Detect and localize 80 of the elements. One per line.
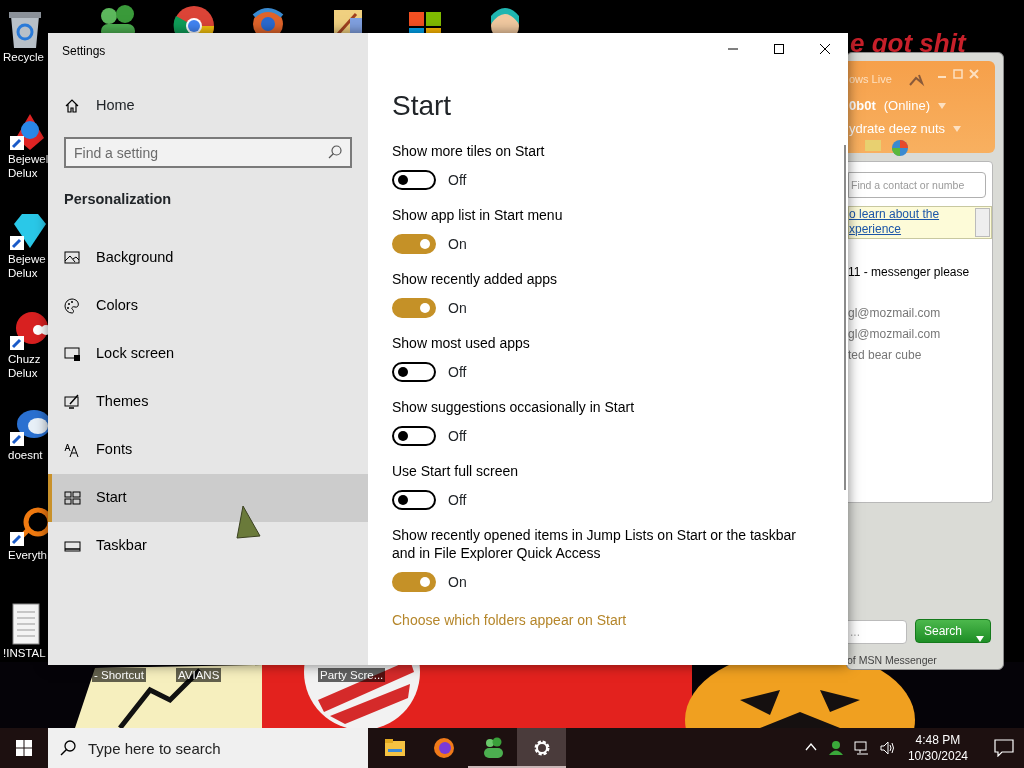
nav-item[interactable]: Lock screen xyxy=(48,330,368,378)
icon-label[interactable]: Delux xyxy=(8,366,38,380)
setting-label: Use Start full screen xyxy=(392,462,520,480)
toggle-state: Off xyxy=(448,490,467,510)
search-field[interactable]: Find a contact or numbe xyxy=(848,172,986,198)
icon-label[interactable]: Delux xyxy=(8,166,38,180)
setting-label: Show suggestions occasionally in Start xyxy=(392,398,636,416)
taskbar-button[interactable] xyxy=(517,728,566,768)
window-title: ows Live xyxy=(849,72,892,87)
palette-icon xyxy=(64,298,81,314)
folder-icon xyxy=(383,737,406,759)
home-icon xyxy=(64,98,80,114)
brush-icon xyxy=(64,394,81,410)
toggle-state: On xyxy=(448,234,467,254)
icon-label[interactable]: !INSTAL xyxy=(3,646,46,660)
page-title: Start xyxy=(392,89,453,123)
scrollbar[interactable] xyxy=(844,145,846,490)
toggle-state: On xyxy=(448,572,467,592)
icon-label[interactable]: Chuzz xyxy=(8,352,41,366)
toggle-state: On xyxy=(448,298,467,318)
search-field[interactable]: Type here to search xyxy=(48,728,368,768)
clock[interactable]: 4:48 PM 10/30/2024 xyxy=(903,732,972,764)
globe-icon[interactable] xyxy=(891,139,909,157)
nav-item[interactable]: Background xyxy=(48,234,368,282)
icon-label[interactable]: doesnt xyxy=(8,448,43,462)
toggle-switch[interactable] xyxy=(392,170,436,190)
setting-label: Show app list in Start menu xyxy=(392,206,564,224)
group-header[interactable]: 11 - messenger please xyxy=(848,262,970,283)
toggle-switch[interactable] xyxy=(392,426,436,446)
window-title: Settings xyxy=(61,43,107,60)
search-icon xyxy=(60,740,76,756)
web-search-field[interactable]: ... xyxy=(847,620,907,644)
search-icon[interactable] xyxy=(328,145,342,159)
icon-label[interactable]: AVIANS xyxy=(176,668,222,682)
toggle-switch[interactable] xyxy=(392,490,436,510)
contact-item[interactable]: gl@mozmail.com xyxy=(848,303,970,324)
contact-item[interactable]: ted bear cube xyxy=(848,345,970,366)
icon-label[interactable]: Party Scre... xyxy=(318,668,386,682)
search-field[interactable]: Find a setting xyxy=(64,137,352,168)
icon-label[interactable]: Bejewel xyxy=(8,152,49,166)
image-icon xyxy=(64,250,81,266)
nav-item[interactable]: Start xyxy=(48,474,368,522)
nav-item[interactable]: Themes xyxy=(48,378,368,426)
close-icon[interactable] xyxy=(820,44,830,54)
toggle-state: Off xyxy=(448,170,467,190)
setting-label: Show recently added apps xyxy=(392,270,558,288)
cursor-icon xyxy=(235,505,261,539)
icon-label[interactable]: - Shortcut xyxy=(92,668,146,682)
nav-item[interactable]: Taskbar xyxy=(48,522,368,570)
icon-label[interactable]: Recycle xyxy=(3,50,44,64)
footer-text: of MSN Messenger xyxy=(847,653,937,668)
taskbar-icon xyxy=(64,538,81,554)
icon-label[interactable]: Bejewe xyxy=(8,252,46,266)
toggle-state: Off xyxy=(448,362,467,382)
home-item[interactable]: Home xyxy=(48,82,368,130)
user-name: 0b0t xyxy=(849,97,876,115)
toggle-switch[interactable] xyxy=(392,572,436,592)
icon-label[interactable]: Everyth xyxy=(8,548,47,562)
people-icon xyxy=(481,737,504,759)
setting-label: Show more tiles on Start xyxy=(392,142,546,160)
caret-icon[interactable] xyxy=(975,634,985,643)
setting-label: Show recently opened items in Jump Lists on Start or the taskbar and in File Explorer Quick Access xyxy=(392,526,797,562)
banner-link[interactable]: o learn about the xyxy=(849,207,991,222)
banner-link[interactable]: xperience xyxy=(849,222,991,237)
letters-icon xyxy=(64,442,81,458)
section-title: Personalization xyxy=(63,190,173,209)
maximize-icon[interactable] xyxy=(774,44,784,54)
setting-label: Show most used apps xyxy=(392,334,531,352)
toggle-state: Off xyxy=(448,426,467,446)
scrollbar[interactable] xyxy=(975,208,990,237)
toggle-switch[interactable] xyxy=(392,234,436,254)
tiles-icon xyxy=(64,490,81,506)
lock-screen-icon xyxy=(64,346,81,362)
toggle-switch[interactable] xyxy=(392,362,436,382)
browser-icon xyxy=(432,737,455,759)
contact-item[interactable]: gl@mozmail.com xyxy=(848,324,970,345)
icon-label[interactable]: Delux xyxy=(8,266,38,280)
nav-item[interactable]: Fonts xyxy=(48,426,368,474)
toggle-switch[interactable] xyxy=(392,298,436,318)
nav-item[interactable]: Colors xyxy=(48,282,368,330)
